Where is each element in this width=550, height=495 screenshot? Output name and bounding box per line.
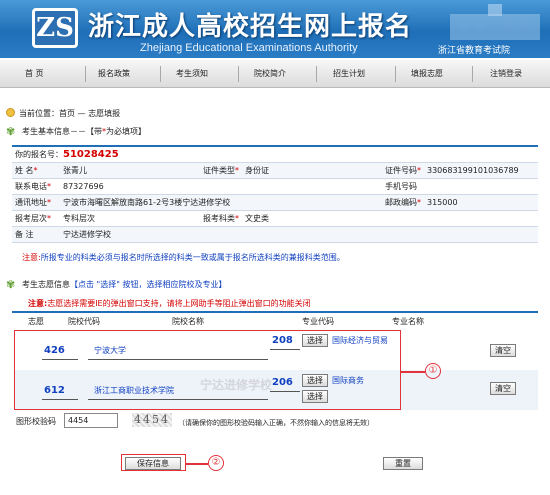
mobile-value [424, 178, 538, 195]
col-order: 志愿 [28, 317, 44, 326]
reset-button[interactable]: 重置 [383, 457, 423, 470]
table-row: 报考层次* 专科层次 报考科类* 文史类 [12, 210, 538, 227]
idno-value: 330683199101036789 [424, 162, 538, 179]
captcha-input[interactable]: 4454 [64, 413, 118, 428]
nav-policy[interactable]: 报名政策 [98, 68, 130, 79]
header-banner: ZS 浙江成人高校招生网上报名 Zhejiang Educational Exa… [0, 0, 550, 58]
name-value: 张青儿 [60, 162, 200, 179]
basic-info-table: 你的报名号：51028425 姓 名* 张青儿 证件类型* 身份证 证件号码* … [12, 145, 538, 243]
level-value: 专科层次 [60, 210, 200, 227]
reg-number: 51028425 [63, 148, 119, 160]
nav-volunteer[interactable]: 填报志愿 [411, 68, 443, 79]
logo: ZS [32, 8, 78, 48]
nav-divider [472, 66, 473, 82]
captcha-hint: （请确保你的图形校验码输入正确，不然你输入的信息将无效） [178, 419, 374, 427]
idtype-value: 身份证 [242, 162, 382, 179]
col-school-name: 院校名称 [172, 317, 204, 326]
breadcrumb-path: 首页 — 志愿填报 [59, 109, 121, 118]
nav-logout[interactable]: 注销登录 [490, 68, 522, 79]
pointer-line [401, 371, 425, 373]
popup-note: 注意:志愿选择需要IE的弹出窗口支持，请将上网助手等阻止弹出窗口的功能关闭 [28, 299, 311, 308]
volunteer-table-header: 志愿 院校代码 院校名称 专业代码 专业名称 [12, 314, 538, 328]
table-row: 联系电话* 87327696 手机号码 [12, 178, 538, 195]
col-school-code: 院校代码 [68, 317, 100, 326]
col-major-code: 专业代码 [302, 317, 334, 326]
nav-plan[interactable]: 招生计划 [333, 68, 365, 79]
captcha-label: 图形校验码 [16, 417, 56, 426]
nav-divider [395, 66, 396, 82]
nav-divider [85, 66, 86, 82]
location-icon [6, 108, 15, 117]
phone-value: 87327696 [60, 178, 200, 195]
address-value: 宁波市海曙区解放南路61-2号3楼宁达进修学校 [60, 194, 382, 211]
volunteer-heading: ✾ 考生志愿信息【点击 "选择" 按钮，选择相应院校及专业】 [6, 278, 227, 291]
highlight-box [121, 454, 186, 471]
clear-button[interactable]: 清空 [490, 344, 516, 357]
breadcrumb-label: 当前位置： [19, 109, 59, 118]
remark-value: 宁达进修学校 [60, 226, 538, 243]
pointer-line [186, 463, 208, 465]
building-illustration [450, 4, 540, 40]
authority-name: 浙江省教育考试院 [438, 46, 511, 56]
site-subtitle: Zhejiang Educational Examinations Author… [140, 42, 358, 54]
captcha-image: 4454 [132, 413, 172, 427]
nav-home[interactable]: 首 页 [25, 68, 44, 79]
nav-notice[interactable]: 考生须知 [176, 68, 208, 79]
marker-one: ① [425, 363, 441, 379]
watermark: 宁达进修学校 [200, 378, 273, 392]
col-major-name: 专业名称 [392, 317, 424, 326]
nav-divider [160, 66, 161, 82]
subject-value: 文史类 [242, 210, 382, 227]
nav-divider [316, 66, 317, 82]
table-row: 姓 名* 张青儿 证件类型* 身份证 证件号码* 330683199101036… [12, 162, 538, 179]
subject-note: 注意:所报专业的科类必须与报名时所选择的科类一致或属于报名所选科类的兼报科类范围… [22, 253, 345, 262]
clear-button[interactable]: 清空 [490, 382, 516, 395]
reg-number-cell: 你的报名号：51028425 [12, 146, 538, 163]
main-nav: 首 页 报名政策 考生须知 院校简介 招生计划 填报志愿 注销登录 [0, 60, 550, 88]
nav-schools[interactable]: 院校简介 [254, 68, 286, 79]
marker-two: ② [208, 455, 224, 471]
flower-icon: ✾ [6, 125, 16, 138]
table-row: 你的报名号：51028425 [12, 146, 538, 163]
flower-icon: ✾ [6, 278, 16, 291]
table-row: 通讯地址* 宁波市海曙区解放南路61-2号3楼宁达进修学校 邮政编码* 3150… [12, 194, 538, 211]
zip-value: 315000 [424, 194, 538, 211]
breadcrumb: 当前位置：首页 — 志愿填报 [6, 108, 120, 119]
site-title: 浙江成人高校招生网上报名 [88, 12, 413, 42]
highlight-box [14, 330, 401, 410]
basic-info-heading: ✾ 考生基本信息－－【带*为必填项】 [6, 125, 146, 138]
table-row: 备 注 宁达进修学校 [12, 226, 538, 243]
nav-divider [238, 66, 239, 82]
